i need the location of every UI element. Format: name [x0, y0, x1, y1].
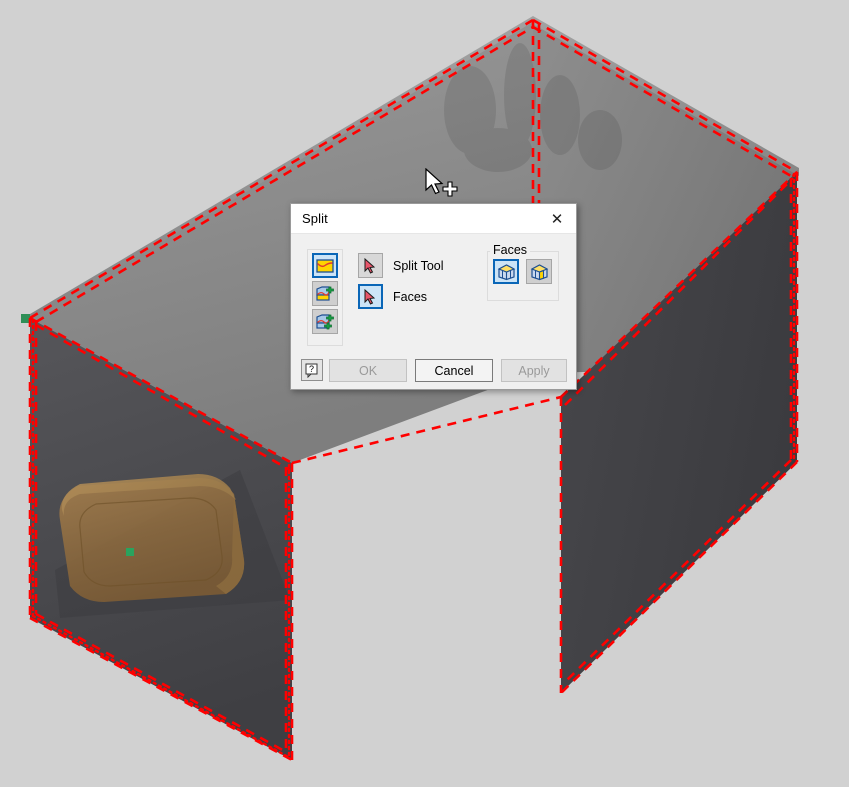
help-icon-button[interactable]: ?	[301, 359, 323, 381]
dialog-button-row: ? OK Cancel Apply	[291, 353, 576, 388]
split-dialog[interactable]: Split ✕ Split Tool Faces Faces ? OK Canc…	[290, 203, 577, 390]
3d-modeling-viewport[interactable]: Split ✕ Split Tool Faces Faces ? OK Canc…	[0, 0, 849, 787]
scene-graphics	[21, 16, 799, 762]
svg-text:?: ?	[309, 364, 314, 374]
split-type-icon-column	[307, 249, 343, 346]
split-curve-add-icon	[316, 313, 334, 329]
faces-label: Faces	[393, 289, 428, 304]
selection-point-corner	[21, 314, 30, 323]
split-tool-selector-row[interactable]: Split Tool	[358, 253, 444, 278]
split-curve-add-icon-button[interactable]	[312, 309, 338, 334]
dialog-titlebar[interactable]: Split ✕	[291, 204, 576, 234]
split-body-add-icon	[316, 285, 334, 301]
close-icon[interactable]: ✕	[538, 204, 576, 233]
faces-group-label: Faces	[490, 243, 531, 257]
faces-single-icon	[530, 263, 548, 280]
faces-selector-row[interactable]: Faces	[358, 284, 427, 309]
help-icon: ?	[305, 363, 318, 378]
split-face-icon	[316, 258, 334, 273]
split-face-icon-button[interactable]	[312, 253, 338, 278]
cursor-select-icon	[364, 257, 376, 274]
split-body-add-icon-button[interactable]	[312, 281, 338, 306]
faces-single-icon-button[interactable]	[526, 259, 552, 284]
cancel-button[interactable]: Cancel	[415, 359, 493, 382]
dialog-body: Split Tool Faces Faces ? OK Cancel Apply	[291, 234, 576, 388]
faces-all-icon-button[interactable]	[493, 259, 519, 284]
apply-button[interactable]: Apply	[501, 359, 567, 382]
faces-option-buttons	[493, 259, 552, 284]
extruded-slot-feature	[59, 474, 245, 602]
faces-select-button[interactable]	[358, 284, 383, 309]
faces-all-icon	[497, 263, 515, 280]
cursor-select-icon	[364, 288, 376, 305]
dialog-title: Split	[302, 211, 328, 226]
ok-button[interactable]: OK	[329, 359, 407, 382]
split-tool-select-button[interactable]	[358, 253, 383, 278]
split-tool-label: Split Tool	[393, 258, 444, 273]
selection-point	[126, 548, 134, 556]
